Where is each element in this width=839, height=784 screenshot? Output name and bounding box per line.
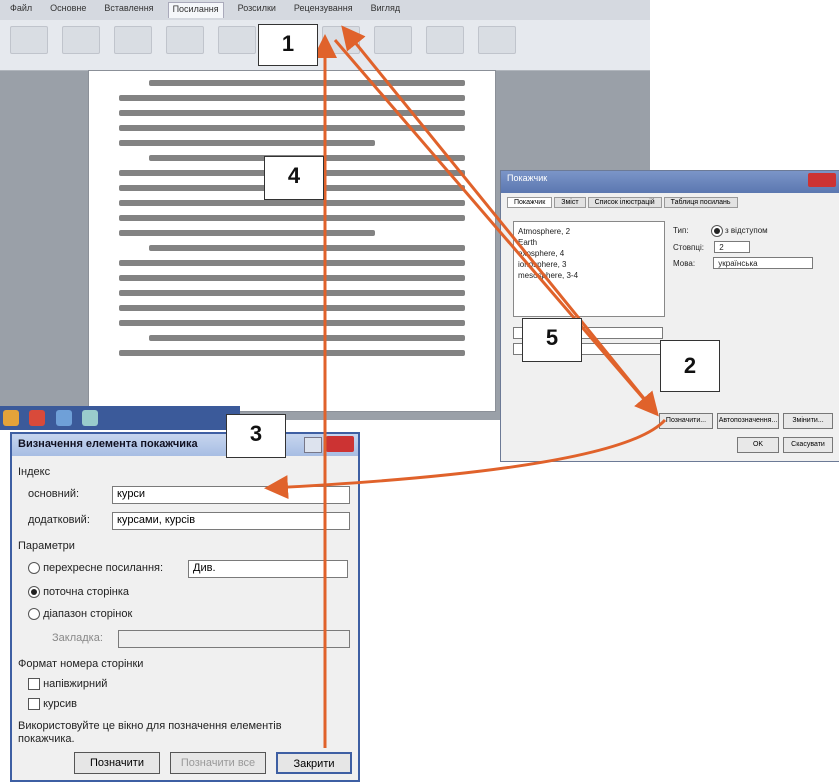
arrow-back-to-ribbon bbox=[341, 25, 657, 413]
callout-1: 1 bbox=[258, 24, 318, 66]
callout-3: 3 bbox=[226, 414, 286, 458]
arrow-mark-to-main-field bbox=[264, 418, 667, 500]
arrow-ribbon-to-mark-button bbox=[333, 39, 659, 417]
annotation-arrows bbox=[264, 25, 667, 748]
callout-2: 2 bbox=[660, 340, 720, 392]
callout-5: 5 bbox=[522, 318, 582, 362]
callout-4: 4 bbox=[264, 156, 324, 200]
